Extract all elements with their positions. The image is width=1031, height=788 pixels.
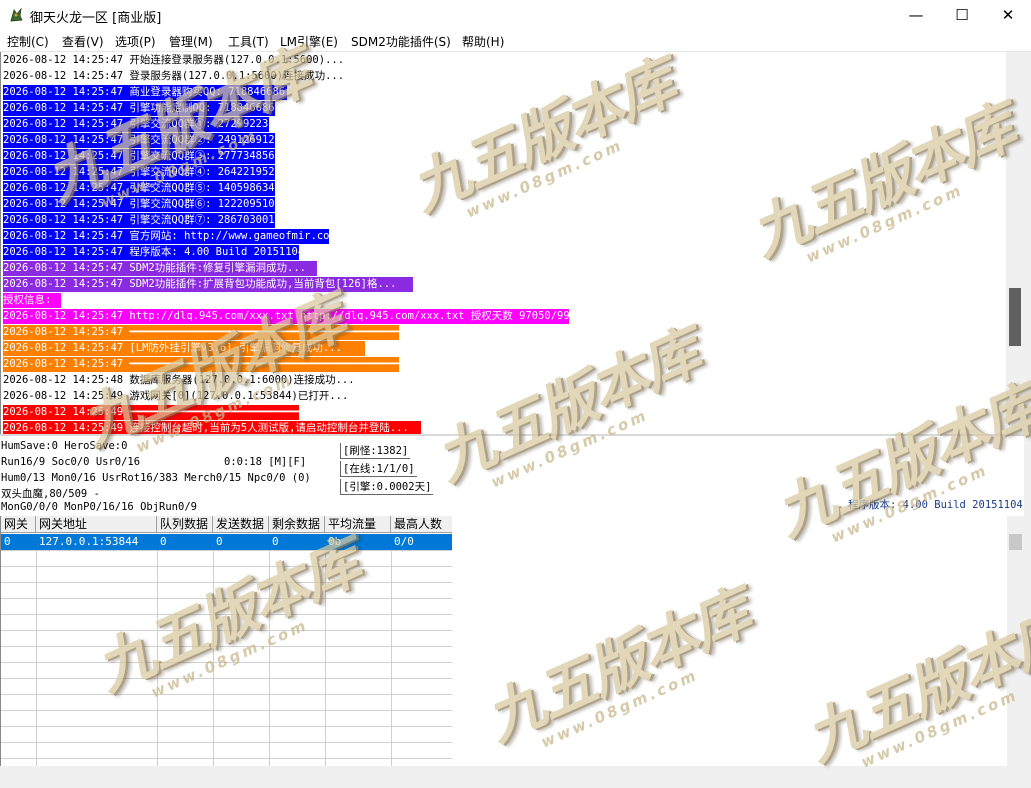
table-row-line [1, 614, 453, 615]
table-col-line [391, 550, 392, 766]
status-engine-box: [引擎:0.0002天] [340, 479, 434, 495]
table-col-line [269, 550, 270, 766]
table-cell[interactable]: 0 [1, 534, 36, 550]
table-row-line [1, 758, 453, 759]
table-scrollbar[interactable] [1007, 516, 1024, 766]
menu-bar: 控制(C) 查看(V) 选项(P) 管理(M) 工具(T) LM引擎(E) SD… [0, 30, 1031, 52]
table-row-line [1, 694, 453, 695]
col-header-remaining[interactable]: 剩余数据 [269, 516, 325, 533]
status-panel: HumSave:0 HeroSave:0 Run16/9 Soc0/0 Usr0… [0, 434, 1024, 516]
window-title: 御天火龙一区 [商业版] [30, 11, 162, 26]
table-row-line [1, 630, 453, 631]
status-save-counts: HumSave:0 HeroSave:0 [1, 440, 128, 452]
menu-manage[interactable]: 管理(M) [169, 33, 213, 50]
app-dragon-icon [10, 7, 23, 22]
menu-view[interactable]: 查看(V) [62, 33, 104, 50]
table-row-line [1, 566, 453, 567]
log-line: 2026-08-12 14:25:47 引擎交流QQ群③: 277734856 [3, 149, 275, 164]
log-line: 授权信息: [3, 293, 61, 308]
log-line: 2026-08-12 14:25:47 引擎功能定制QQ: 718846686 [3, 101, 275, 116]
log-line: 2026-08-12 14:25:47 官方网站: http://www.gam… [3, 229, 329, 244]
table-row-line [1, 710, 453, 711]
table-row-line [1, 582, 453, 583]
table-col-line [213, 550, 214, 766]
table-row-line [1, 742, 453, 743]
log-line: 2026-08-12 14:25:47 ━━━━━━━━━━━━━━━━━━━━… [3, 325, 399, 340]
status-monster-groups: MonG0/0/0 MonP0/16/16 ObjRun0/9 [1, 501, 197, 513]
table-scroll-thumb[interactable] [1009, 534, 1022, 550]
log-line: 2026-08-12 14:25:47 [LM防外挂引擎v3.6] 引擎漏洞修复… [3, 341, 365, 356]
status-timer: 0:0:18 [M][F] [224, 456, 307, 468]
table-cell[interactable]: 0/0 [391, 534, 453, 550]
log-line: 2026-08-12 14:25:47 引擎交流QQ群⑥: 122209510 [3, 197, 275, 212]
col-header-address[interactable]: 网关地址 [36, 516, 157, 533]
table-cell[interactable]: 0 [269, 534, 325, 550]
log-line: 2026-08-12 14:25:47 http://dlq.945.com/x… [3, 309, 569, 324]
status-online-box: [在线:1/1/0] [340, 461, 417, 477]
log-line: 2026-08-12 14:25:48 数据库服务器(127.0.0.1:600… [3, 374, 355, 386]
log-line: 2026-08-12 14:25:47 程序版本: 4.00 Build 201… [3, 245, 299, 260]
table-cell[interactable]: 0 [157, 534, 213, 550]
status-spawn-box: [刷怪:1382] [340, 443, 411, 459]
table-row-line [1, 646, 453, 647]
log-line: 2026-08-12 14:25:47 SDM2功能插件:扩展背包功能成功,当前… [3, 277, 413, 292]
log-line: 2026-08-12 14:25:47 开始连接登录服务器(127.0.0.1:… [3, 54, 345, 66]
table-row-line [1, 662, 453, 663]
menu-control[interactable]: 控制(C) [7, 33, 49, 50]
log-line: 2026-08-12 14:25:47 引擎交流QQ群④: 264221952 [3, 165, 275, 180]
log-line: 2026-08-12 14:25:49 ━━━━━━━━━━━━━━━━━━━━… [3, 405, 299, 420]
minimize-button[interactable]: — [893, 0, 939, 30]
log-line: 2026-08-12 14:25:47 引擎交流QQ群⑤: 140598634 [3, 181, 275, 196]
log-line: 2026-08-12 14:25:49 游戏网关[0](127.0.0.1:53… [3, 390, 349, 402]
table-cell[interactable]: 0 [213, 534, 269, 550]
maximize-button[interactable]: ☐ [939, 0, 985, 30]
table-row-line [1, 678, 453, 679]
table-row-line [1, 550, 453, 551]
log-line: 2026-08-12 14:25:47 引擎交流QQ群⑦: 286703001 [3, 213, 275, 228]
build-version-label: 程序版本: 4.00 Build 20151104 [848, 499, 1023, 511]
status-run-counts: Run16/9 Soc0/0 Usr0/16 [1, 456, 141, 468]
log-panel[interactable]: 2026-08-12 14:25:47 开始连接登录服务器(127.0.0.1:… [0, 52, 1007, 434]
close-button[interactable]: ✕ [985, 0, 1031, 30]
title-bar[interactable]: 御天火龙一区 [商业版] — ☐ ✕ [0, 0, 1031, 30]
table-row-line [1, 598, 453, 599]
empty-pane [452, 516, 1007, 766]
table-col-line [157, 550, 158, 766]
log-line: 2026-08-12 14:25:47 登录服务器(127.0.0.1:5600… [3, 70, 345, 82]
col-header-sent[interactable]: 发送数据 [213, 516, 269, 533]
menu-tools[interactable]: 工具(T) [228, 33, 269, 50]
table-col-line [325, 550, 326, 766]
table-row-line [1, 726, 453, 727]
col-header-avg-traffic[interactable]: 平均流量 [325, 516, 391, 533]
table-cell[interactable]: 127.0.0.1:53844 [36, 534, 157, 550]
log-scroll-thumb[interactable] [1009, 288, 1021, 346]
table-cell[interactable]: 0b [325, 534, 391, 550]
log-line: 2026-08-12 14:25:47 引擎交流QQ群①: 27299223 [3, 117, 269, 132]
status-monster-info: 双头血魔,80/509 - [1, 488, 100, 500]
log-line: 2026-08-12 14:25:49 连接控制台超时,当前为5人测试版,请启动… [3, 421, 421, 434]
gateway-table[interactable]: 网关 网关地址 队列数据 发送数据 剩余数据 平均流量 最高人数 0 127.0… [0, 516, 453, 766]
log-line: 2026-08-12 14:25:47 引擎交流QQ群②: 249126912 [3, 133, 275, 148]
log-line: 2026-08-12 14:25:47 SDM2功能插件:修复引擎漏洞成功... [3, 261, 317, 276]
menu-help[interactable]: 帮助(H) [462, 33, 504, 50]
status-object-counts: Hum0/13 Mon0/16 UsrRot16/383 Merch0/15 N… [1, 472, 311, 484]
menu-options[interactable]: 选项(P) [115, 33, 156, 50]
col-header-queue[interactable]: 队列数据 [157, 516, 213, 533]
log-scrollbar[interactable] [1006, 52, 1024, 434]
menu-lm-engine[interactable]: LM引擎(E) [280, 33, 338, 50]
col-header-gateway[interactable]: 网关 [1, 516, 36, 533]
log-line: 2026-08-12 14:25:47 商业登录器购买QQ: 718846686 [3, 85, 287, 100]
log-line: 2026-08-12 14:25:47 ━━━━━━━━━━━━━━━━━━━━… [3, 357, 399, 372]
menu-sdm2-plugin[interactable]: SDM2功能插件(S) [351, 33, 451, 50]
table-col-line [36, 550, 37, 766]
col-header-max-users[interactable]: 最高人数 [391, 516, 453, 533]
